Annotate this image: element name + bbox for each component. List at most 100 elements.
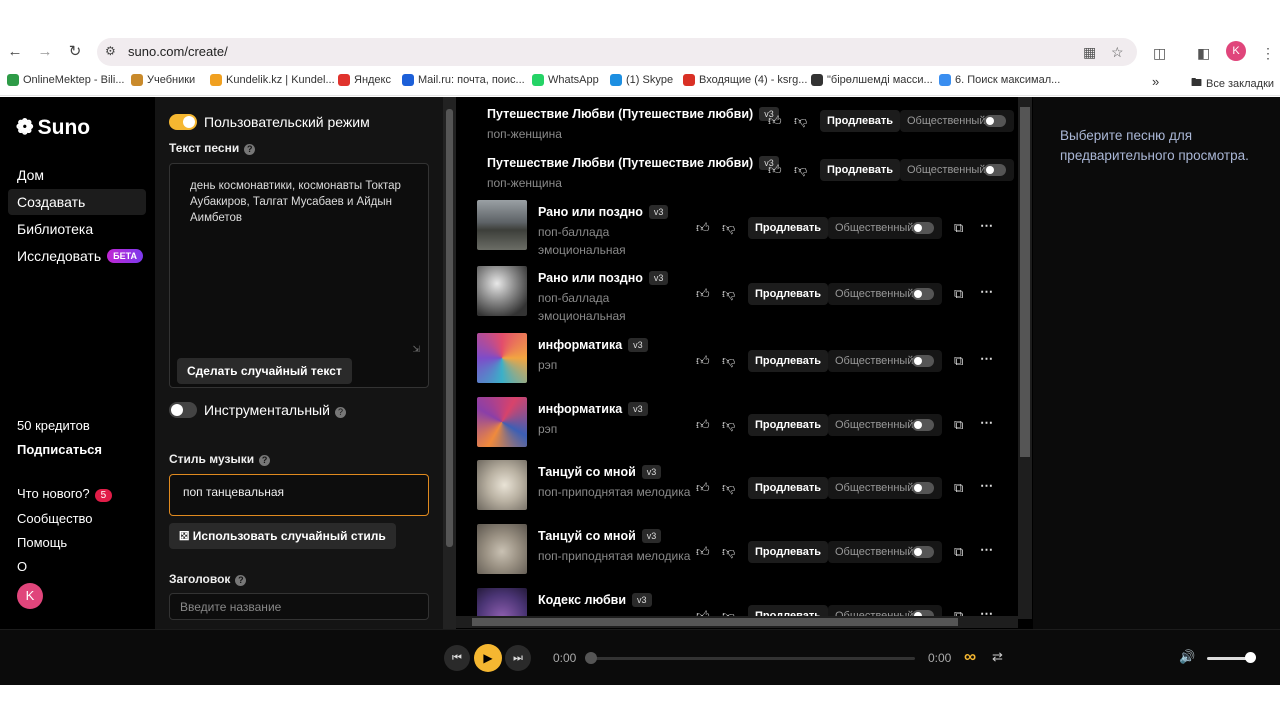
extend-button[interactable]: Продлевать	[748, 414, 829, 436]
volume-icon[interactable]: 🔊	[1179, 649, 1195, 665]
song-row[interactable]: Танцуй со мной v3 поп-приподнятая мелодика…	[456, 524, 1018, 579]
site-info-icon[interactable]: ⚙	[105, 44, 116, 58]
bookmark-item[interactable]: Яндекс	[338, 74, 391, 86]
extend-button[interactable]: Продлевать	[748, 477, 829, 499]
share-icon[interactable]: ⧉	[954, 353, 963, 369]
title-input[interactable]: Введите название	[169, 593, 429, 620]
about-link[interactable]: О	[17, 559, 27, 574]
public-switch[interactable]	[984, 164, 1006, 176]
public-switch[interactable]	[912, 355, 934, 367]
help-icon[interactable]: ?	[235, 575, 247, 586]
back-arrow-icon[interactable]: ←	[5, 42, 25, 62]
help-icon[interactable]: ?	[244, 144, 256, 155]
song-row[interactable]: Танцуй со мной v3 поп-приподнятая мелодика…	[456, 460, 1018, 515]
song-title[interactable]: Кодекс любви v3	[538, 593, 652, 607]
thumbs-down-icon[interactable]: 👎︎	[722, 480, 735, 496]
more-bookmarks-chevron-icon[interactable]: »	[1152, 74, 1159, 89]
extend-button[interactable]: Продлевать	[748, 217, 829, 239]
extend-button[interactable]: Продлевать	[748, 283, 829, 305]
share-icon[interactable]: ⧉	[954, 286, 963, 302]
suno-logo[interactable]: ❁ Suno	[16, 115, 90, 140]
more-options-icon[interactable]: ⋯	[980, 542, 993, 558]
create-scrollbar-thumb[interactable]	[446, 109, 453, 547]
song-cover-image[interactable]	[477, 460, 527, 510]
sidebar-item-library[interactable]: Библиотека	[17, 221, 93, 237]
help-icon[interactable]: ?	[259, 455, 271, 466]
thumbs-down-icon[interactable]: 👎︎	[722, 417, 735, 433]
help-icon[interactable]: ?	[334, 407, 346, 418]
song-row[interactable]: Рано или поздно v3 поп-баллада эмоциональна…	[456, 266, 1018, 324]
song-row[interactable]: Путешествие Любви (Путешествие любви) v3 п…	[456, 103, 1018, 152]
public-switch[interactable]	[984, 115, 1006, 127]
volume-knob[interactable]	[1245, 652, 1256, 663]
play-icon[interactable]: ▶	[474, 644, 502, 672]
public-switch[interactable]	[912, 419, 934, 431]
bookmark-item[interactable]: WhatsApp	[532, 74, 599, 86]
thumbs-up-icon[interactable]: 👍︎	[768, 162, 782, 178]
whats-new-link[interactable]: Что нового? 5	[17, 486, 113, 502]
menu-kebab-icon[interactable]: ⋮	[1261, 45, 1275, 62]
share-icon[interactable]: ⧉	[954, 417, 963, 433]
song-row[interactable]: Путешествие Любви (Путешествие любви) v3 п…	[456, 152, 1018, 201]
thumbs-down-icon[interactable]: 👎︎	[722, 286, 735, 302]
song-title[interactable]: Путешествие Любви (Путешествие любви) v3	[487, 156, 779, 170]
browser-profile-avatar[interactable]: K	[1226, 41, 1246, 61]
user-avatar[interactable]: K	[17, 583, 43, 609]
random-lyrics-button[interactable]: Сделать случайный текст	[177, 358, 352, 384]
thumbs-up-icon[interactable]: 👍︎	[696, 480, 710, 496]
previous-track-icon[interactable]: ⏮	[444, 645, 470, 671]
bookmark-item[interactable]: "бірөлшемді масси...	[811, 74, 933, 86]
song-row[interactable]: информатика v3 рэп 👍︎ 👎︎ Продлевать Общественн…	[456, 333, 1018, 388]
share-icon[interactable]: ⧉	[954, 544, 963, 560]
extend-button[interactable]: Продлевать	[748, 350, 829, 372]
public-toggle[interactable]: Общественный	[828, 414, 942, 436]
progress-track[interactable]	[590, 657, 915, 660]
thumbs-down-icon[interactable]: 👎︎	[794, 162, 807, 178]
thumbs-up-icon[interactable]: 👍︎	[696, 286, 710, 302]
sidebar-item-home[interactable]: Дом	[17, 167, 44, 183]
song-list-scrollbar-thumb[interactable]	[1020, 107, 1030, 457]
song-title[interactable]: Танцуй со мной v3	[538, 529, 662, 543]
bookmark-item[interactable]: 6. Поиск максимал...	[939, 74, 1060, 86]
public-switch[interactable]	[912, 546, 934, 558]
public-toggle[interactable]: Общественный	[828, 477, 942, 499]
public-toggle[interactable]: Общественный	[828, 217, 942, 239]
thumbs-down-icon[interactable]: 👎︎	[722, 544, 735, 560]
random-style-button[interactable]: ⚄ Использовать случайный стиль	[169, 523, 396, 549]
song-cover-image[interactable]	[477, 200, 527, 250]
bookmark-item[interactable]: Mail.ru: почта, поис...	[402, 74, 525, 86]
thumbs-up-icon[interactable]: 👍︎	[696, 544, 710, 560]
extend-button[interactable]: Продлевать	[820, 159, 901, 181]
share-icon[interactable]: ⧉	[954, 480, 963, 496]
song-cover-image[interactable]	[477, 397, 527, 447]
public-switch[interactable]	[912, 288, 934, 300]
progress-knob[interactable]	[585, 652, 597, 664]
loop-icon[interactable]: ∞	[964, 647, 976, 667]
more-options-icon[interactable]: ⋯	[980, 284, 993, 300]
song-title[interactable]: Танцуй со мной v3	[538, 465, 662, 479]
public-switch[interactable]	[912, 482, 934, 494]
extensions-icon[interactable]: ◫	[1153, 45, 1166, 62]
style-input[interactable]: поп танцевальная	[169, 474, 429, 516]
song-cover-image[interactable]	[477, 266, 527, 316]
more-options-icon[interactable]: ⋯	[980, 351, 993, 367]
extend-button[interactable]: Продлевать	[748, 541, 829, 563]
reload-icon[interactable]: ↻	[65, 42, 85, 62]
public-toggle[interactable]: Общественный	[828, 283, 942, 305]
thumbs-down-icon[interactable]: 👎︎	[722, 353, 735, 369]
side-panel-icon[interactable]: ◧	[1197, 45, 1210, 62]
public-toggle[interactable]: Общественный	[828, 541, 942, 563]
sidebar-item-explore[interactable]: Исследовать БЕТА	[17, 248, 144, 264]
bookmark-item[interactable]: (1) Skype	[610, 74, 673, 86]
more-options-icon[interactable]: ⋯	[980, 415, 993, 431]
public-toggle[interactable]: Общественный	[828, 350, 942, 372]
bookmark-item[interactable]: Входящие (4) - ksrg...	[683, 74, 807, 86]
song-row[interactable]: Рано или поздно v3 поп-баллада эмоциональна…	[456, 200, 1018, 258]
thumbs-down-icon[interactable]: 👎︎	[722, 220, 735, 236]
share-icon[interactable]: ⧉	[954, 220, 963, 236]
song-row[interactable]: Кодекс любви v3 👍︎ 👎︎ Продлевать Общественный…	[456, 588, 1018, 619]
song-title[interactable]: информатика v3	[538, 338, 648, 352]
song-title[interactable]: информатика v3	[538, 402, 648, 416]
community-link[interactable]: Сообщество	[17, 511, 93, 526]
thumbs-up-icon[interactable]: 👍︎	[696, 417, 710, 433]
